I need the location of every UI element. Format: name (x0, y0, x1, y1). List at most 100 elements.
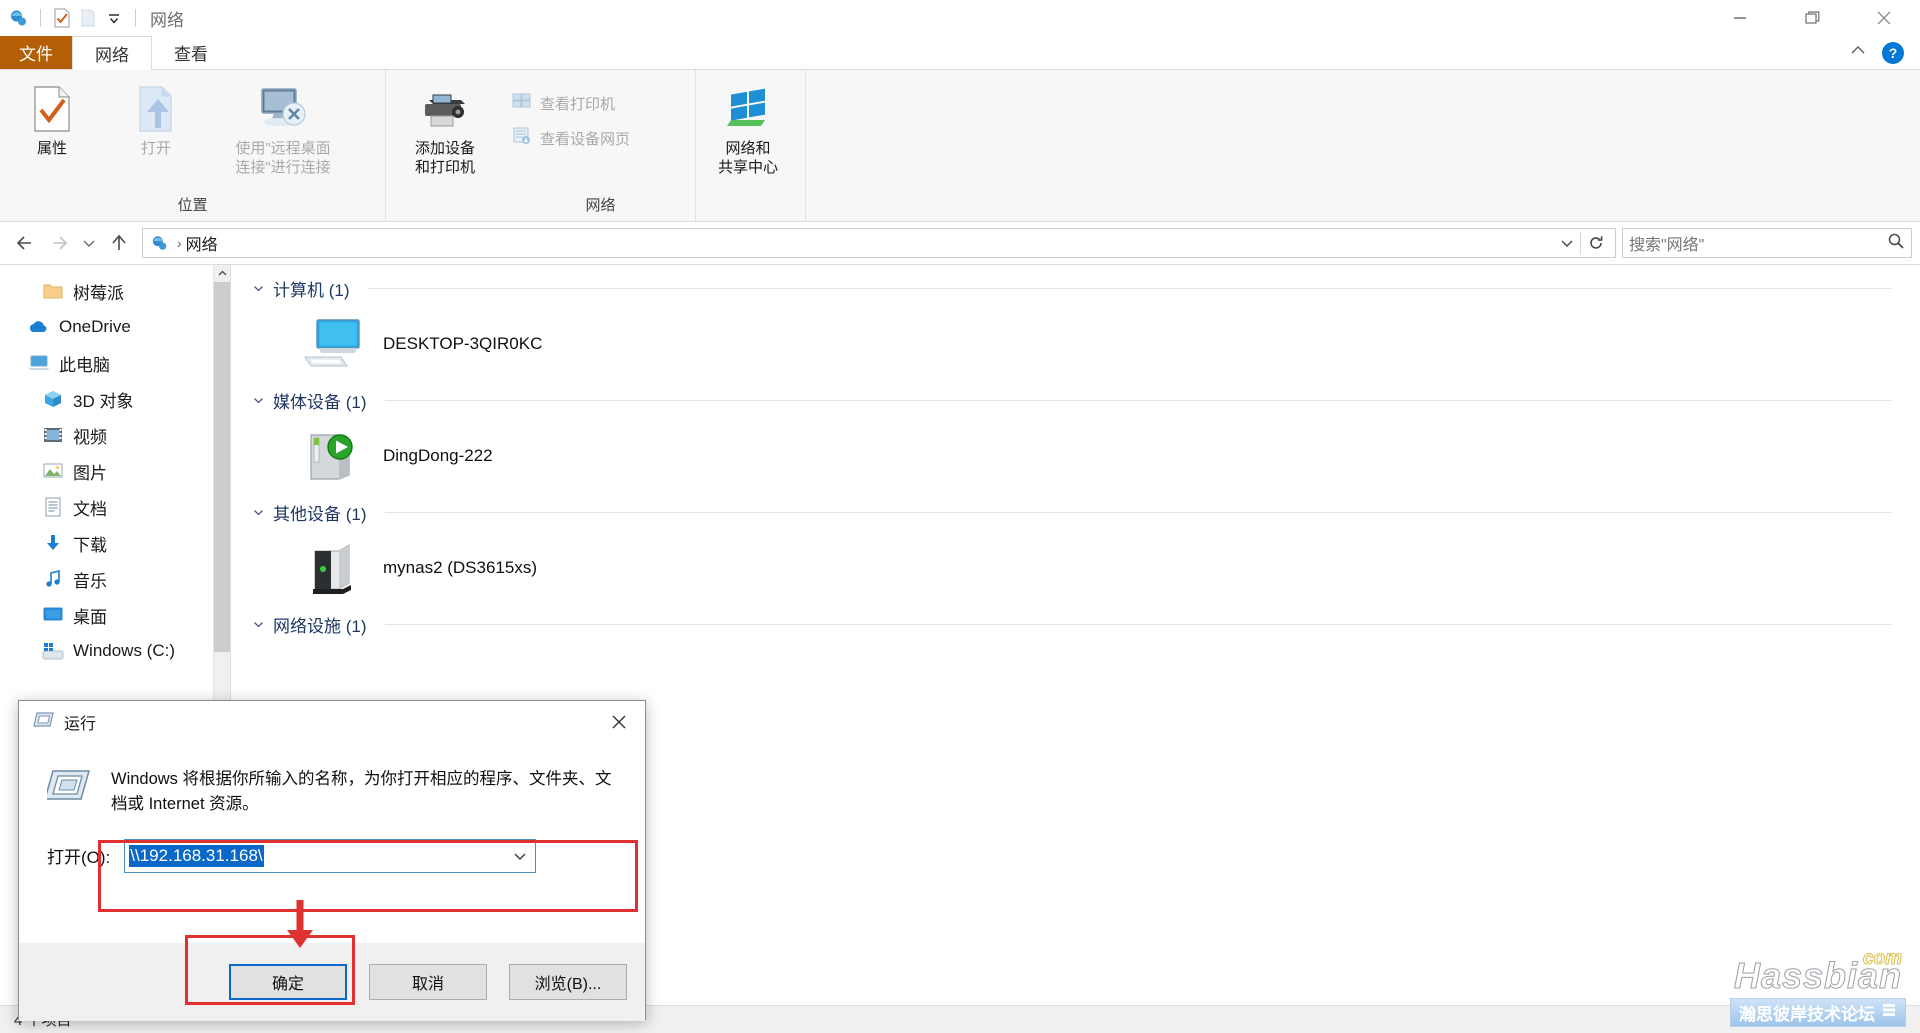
sidebar-label: 音乐 (73, 571, 107, 591)
group-items-other-devices: mynas2 (DS3615xs) (231, 527, 1920, 609)
chevron-down-icon[interactable] (251, 282, 265, 295)
sidebar-item-desktop[interactable]: 桌面 (0, 597, 230, 633)
remote-desktop-label-line2: 连接"进行连接 (235, 158, 331, 176)
open-button-label: 打开 (140, 140, 171, 157)
add-device-printer-label: 添加设备 和打印机 (415, 140, 475, 178)
maximize-restore-button[interactable] (1776, 0, 1848, 36)
new-folder-icon[interactable] (75, 5, 101, 31)
run-dialog-body: Windows 将根据你所输入的名称，为你打开相应的程序、文件夹、文档或 Int… (19, 743, 645, 943)
sidebar-label: 桌面 (73, 607, 107, 627)
run-dialog-footer: 确定 取消 浏览(B)... (19, 943, 645, 1021)
network-sharing-center-button[interactable]: 网络和 共享中心 (696, 76, 800, 178)
chevron-down-icon[interactable] (507, 848, 533, 864)
forward-arrow-icon[interactable] (42, 226, 76, 260)
sidebar-item-raspberry[interactable]: 树莓派 (0, 273, 230, 309)
quick-access-toolbar: 网络 (0, 0, 184, 36)
network-sharing-center-icon (723, 82, 773, 136)
group-items-media-devices: DingDong-222 (231, 415, 1920, 497)
group-title: 其他设备 (1) (273, 504, 367, 524)
view-printers-label: 查看打印机 (540, 96, 616, 113)
add-device-label-line2: 和打印机 (414, 158, 475, 176)
tab-file[interactable]: 文件 (0, 36, 72, 69)
list-item[interactable]: mynas2 (DS3615xs) (291, 531, 547, 605)
help-icon[interactable]: ? (1882, 41, 1904, 64)
browse-button[interactable]: 浏览(B)... (509, 964, 627, 1000)
tab-view[interactable]: 查看 (152, 36, 230, 69)
ribbon-group-sharing-label (696, 198, 805, 221)
sidebar-item-3d-objects[interactable]: 3D 对象 (0, 381, 230, 417)
file-explorer-window: 网络 文件 网络 查看 ? 属性 打开 使用"远程桌面 连接"进行连接 位置 添… (0, 0, 1920, 1033)
ok-button[interactable]: 确定 (229, 964, 347, 1000)
sidebar-item-documents[interactable]: 文档 (0, 489, 230, 525)
sidebar-item-onedrive[interactable]: OneDrive (0, 309, 230, 345)
sidebar-label: 此电脑 (59, 355, 110, 375)
ribbon-group-location: 属性 打开 使用"远程桌面 连接"进行连接 位置 (0, 70, 386, 221)
group-header-other-devices[interactable]: 其他设备 (1) (231, 497, 1920, 527)
view-device-webpage-icon (512, 127, 532, 150)
sidebar-item-downloads[interactable]: 下载 (0, 525, 230, 561)
list-item[interactable]: DingDong-222 (291, 419, 503, 493)
sidebar-label: 文档 (73, 499, 107, 519)
sidebar-item-this-pc[interactable]: 此电脑 (0, 345, 230, 381)
sidebar-label: Windows (C:) (73, 641, 176, 660)
sharing-label-line1: 网络和 (725, 140, 771, 157)
chevron-down-icon[interactable] (251, 394, 265, 407)
group-rule (367, 287, 1892, 289)
run-open-value[interactable]: \\192.168.31.168\ (129, 844, 264, 867)
tab-network[interactable]: 网络 (72, 36, 152, 70)
sharing-label-line2: 共享中心 (717, 158, 778, 176)
folder-icon (42, 280, 64, 302)
chevron-down-icon[interactable] (1554, 235, 1580, 251)
refresh-icon[interactable] (1581, 228, 1611, 258)
minimize-button[interactable] (1704, 0, 1776, 36)
sidebar-item-pictures[interactable]: 图片 (0, 453, 230, 489)
collapse-ribbon-icon[interactable] (1848, 43, 1868, 62)
group-rule (384, 511, 1892, 513)
downloads-icon (42, 532, 64, 554)
run-open-row: 打开(O): \\192.168.31.168\ (19, 838, 645, 873)
3d-objects-icon (42, 388, 64, 410)
run-dialog-title-bar: 运行 (19, 701, 645, 743)
properties-button[interactable]: 属性 (0, 76, 104, 159)
search-box[interactable]: 搜索"网络" (1622, 228, 1912, 258)
group-header-network-infrastructure[interactable]: 网络设施 (1) (231, 609, 1920, 639)
search-icon[interactable] (1887, 232, 1905, 255)
sidebar-item-music[interactable]: 音乐 (0, 561, 230, 597)
chevron-down-icon[interactable] (251, 506, 265, 519)
open-button[interactable]: 打开 (104, 76, 208, 159)
scroll-up-icon[interactable] (214, 265, 230, 282)
close-icon[interactable] (593, 701, 645, 743)
add-device-printer-button[interactable]: 添加设备 和打印机 (386, 76, 504, 178)
sidebar-item-windows-c[interactable]: Windows (C:) (0, 633, 230, 669)
view-printers-button[interactable]: 查看打印机 (506, 90, 636, 117)
group-title: 计算机 (1) (273, 280, 350, 300)
up-arrow-icon[interactable] (102, 226, 136, 260)
group-header-computers[interactable]: 计算机 (1) (231, 273, 1920, 303)
scrollbar-thumb[interactable] (214, 282, 230, 652)
remote-desktop-icon (256, 82, 310, 136)
pictures-icon (42, 460, 64, 482)
list-item[interactable]: DESKTOP-3QIR0KC (291, 307, 552, 381)
qat-divider (40, 9, 41, 27)
music-icon (42, 568, 64, 590)
properties-check-icon[interactable] (49, 5, 75, 31)
recent-locations-icon[interactable] (76, 226, 102, 260)
run-open-input[interactable]: \\192.168.31.168\ (124, 838, 537, 873)
search-input[interactable]: 搜索"网络" (1629, 231, 1887, 255)
breadcrumb-bar[interactable]: › 网络 (142, 228, 1616, 258)
chevron-down-icon[interactable] (251, 618, 265, 631)
back-arrow-icon[interactable] (8, 226, 42, 260)
customize-dropdown-icon[interactable] (101, 5, 127, 31)
ribbon-group-network-a: 添加设备 和打印机 (386, 70, 506, 221)
open-icon (134, 82, 178, 136)
close-button[interactable] (1848, 0, 1920, 36)
sidebar-item-videos[interactable]: 视频 (0, 417, 230, 453)
remote-desktop-button[interactable]: 使用"远程桌面 连接"进行连接 (208, 76, 358, 178)
ribbon-right-controls: ? (1848, 36, 1920, 69)
cancel-button[interactable]: 取消 (369, 964, 487, 1000)
group-header-media-devices[interactable]: 媒体设备 (1) (231, 385, 1920, 415)
breadcrumb-network[interactable]: 网络 (186, 231, 218, 255)
view-device-webpage-button[interactable]: 查看设备网页 (506, 125, 636, 152)
group-items-computers: DESKTOP-3QIR0KC (231, 303, 1920, 385)
list-item-label: DingDong-222 (383, 446, 493, 465)
